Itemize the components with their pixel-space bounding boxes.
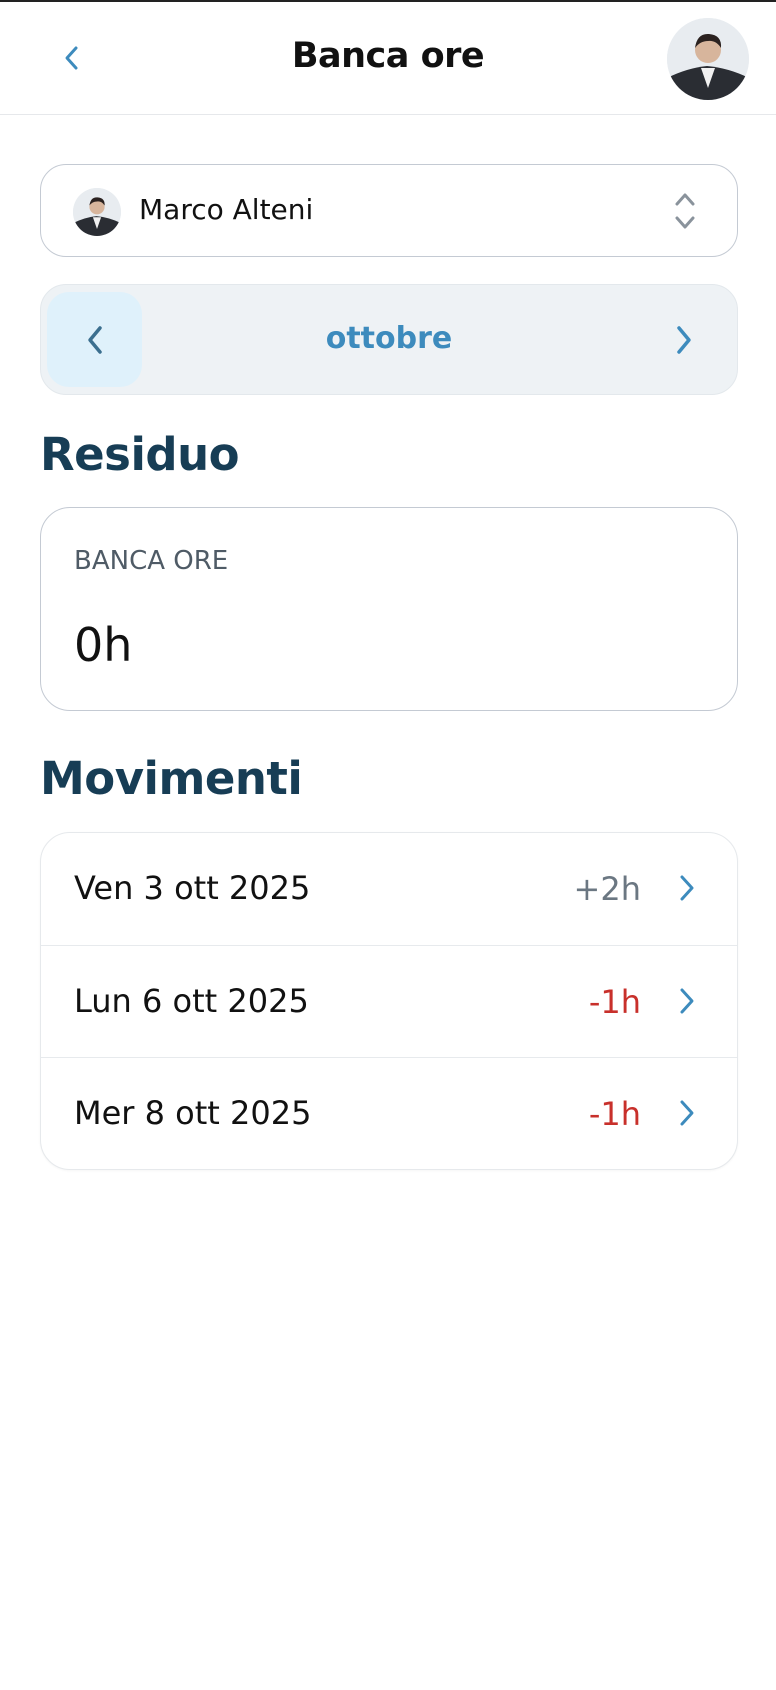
next-month-button[interactable] — [636, 292, 731, 387]
movements-list: Ven 3 ott 2025 +2h Lun 6 ott 2025 -1h Me… — [40, 832, 738, 1170]
avatar[interactable] — [667, 18, 749, 100]
user-select[interactable]: Marco Alteni — [40, 164, 738, 257]
chevron-right-icon — [680, 988, 694, 1014]
chevron-right-icon — [680, 875, 694, 901]
movement-date: Ven 3 ott 2025 — [74, 869, 311, 907]
movement-date: Mer 8 ott 2025 — [74, 1094, 312, 1132]
current-month-label: ottobre — [325, 321, 453, 356]
app-header: Banca ore — [0, 2, 776, 115]
chevron-right-icon — [676, 325, 691, 354]
list-item[interactable]: Lun 6 ott 2025 -1h — [41, 945, 737, 1057]
list-item[interactable]: Mer 8 ott 2025 -1h — [41, 1057, 737, 1169]
balance-label: BANCA ORE — [74, 546, 229, 576]
balance-card: BANCA ORE 0h — [40, 507, 738, 711]
movimenti-heading: Movimenti — [40, 752, 303, 805]
chevron-up-down-icon — [675, 193, 695, 229]
page-title: Banca ore — [291, 36, 485, 76]
movement-date: Lun 6 ott 2025 — [74, 982, 309, 1020]
movement-amount: +2h — [573, 870, 641, 908]
user-name: Marco Alteni — [139, 193, 314, 226]
chevron-right-icon — [680, 1100, 694, 1126]
list-item[interactable]: Ven 3 ott 2025 +2h — [41, 833, 737, 945]
movement-amount: -1h — [588, 983, 641, 1021]
movement-amount: -1h — [588, 1095, 641, 1133]
month-navigator: ottobre — [40, 284, 738, 395]
user-avatar — [73, 188, 121, 236]
balance-value: 0h — [74, 618, 133, 672]
residuo-heading: Residuo — [40, 428, 240, 481]
